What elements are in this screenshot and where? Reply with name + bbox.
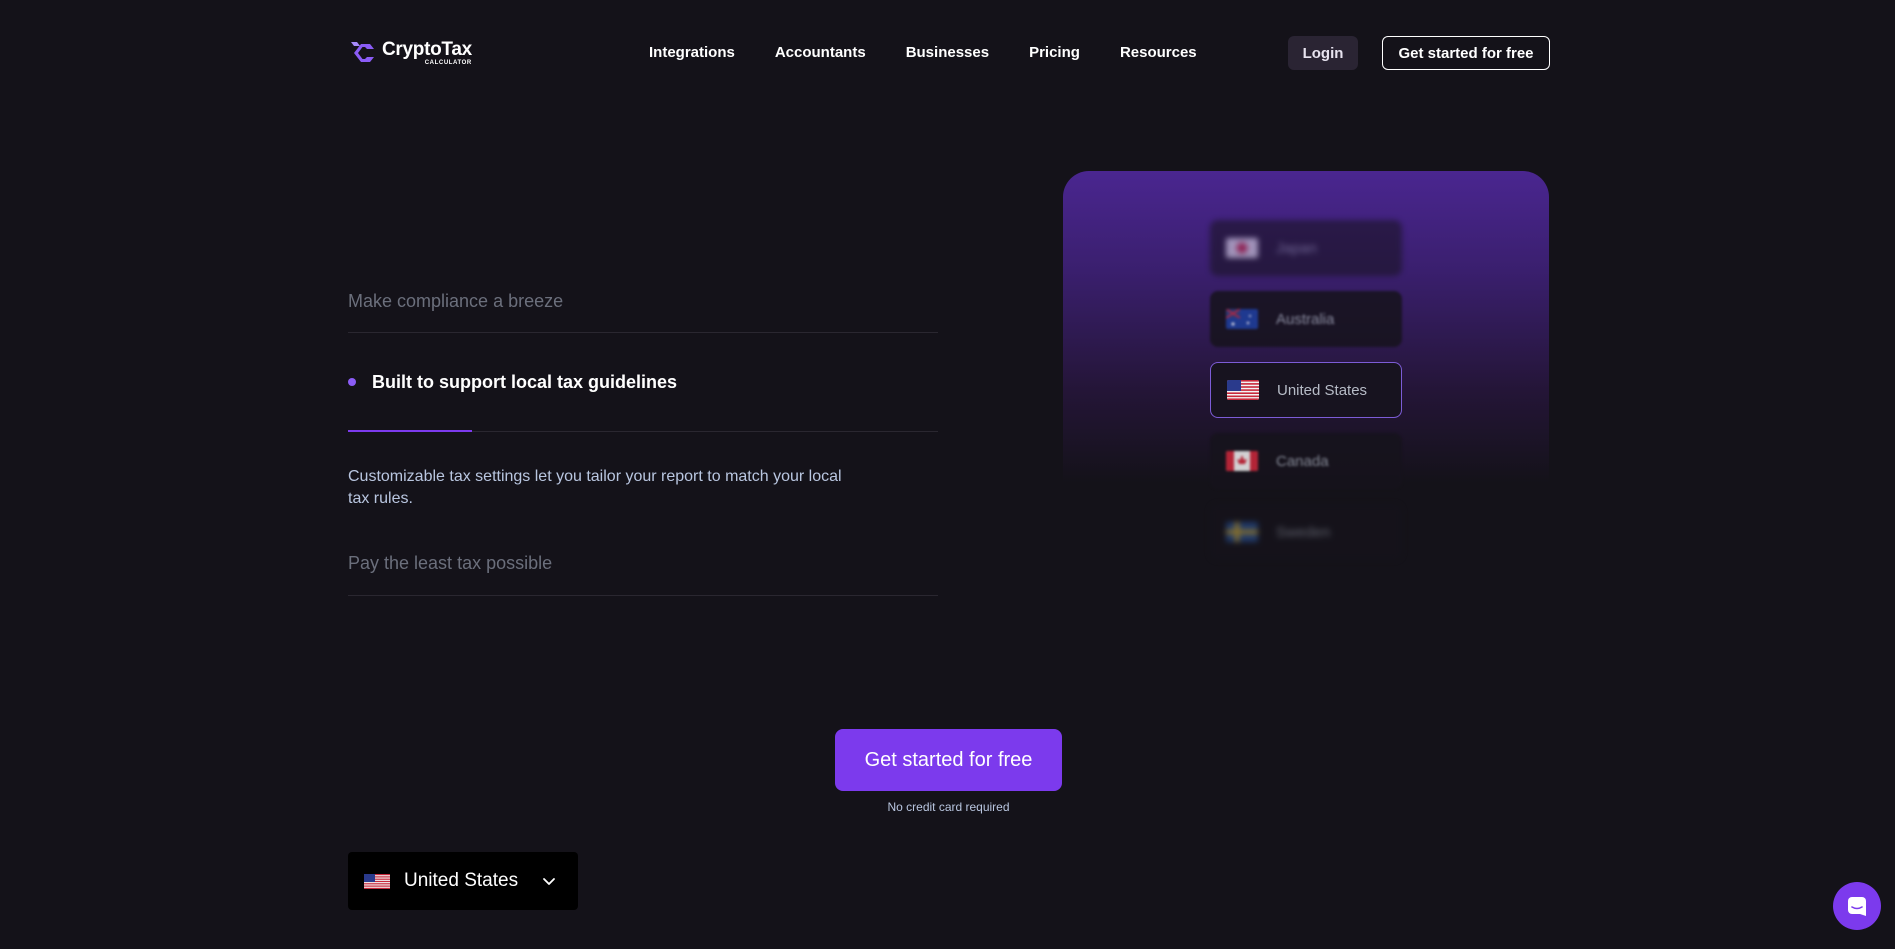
logo[interactable]: CryptoTax CALCULATOR: [348, 38, 472, 68]
us-flag-icon: [364, 873, 390, 889]
features-accordion: Make compliance a breeze Built to suppor…: [348, 270, 938, 596]
australia-flag-icon: [1226, 309, 1258, 329]
feature-title: Pay the least tax possible: [348, 553, 553, 573]
nav-integrations[interactable]: Integrations: [649, 44, 735, 61]
country-card-japan: Japan: [1210, 220, 1402, 276]
header-get-started-button[interactable]: Get started for free: [1382, 36, 1550, 70]
nav-resources[interactable]: Resources: [1120, 44, 1197, 61]
logo-subtitle: CALCULATOR: [424, 60, 472, 66]
nav-accountants[interactable]: Accountants: [775, 44, 866, 61]
country-card-sweden: Sweden: [1210, 504, 1402, 560]
country-card-canada: Canada: [1210, 433, 1402, 489]
chat-icon: [1848, 897, 1866, 916]
chat-launcher-button[interactable]: [1833, 882, 1881, 930]
sweden-flag-icon: [1226, 522, 1258, 542]
country-name: Australia: [1276, 310, 1335, 328]
nav-pricing[interactable]: Pricing: [1029, 44, 1080, 61]
logo-icon: [351, 42, 374, 62]
country-showcase-panel: Japan Australia United States Canada Swe…: [1063, 171, 1549, 571]
country-select[interactable]: United States: [348, 852, 578, 910]
feature-item[interactable]: Make compliance a breeze: [348, 270, 938, 333]
login-button[interactable]: Login: [1288, 36, 1358, 70]
site-header: CryptoTax CALCULATOR Integrations Accoun…: [0, 0, 1895, 106]
country-card-australia: Australia: [1210, 291, 1402, 347]
feature-title: Built to support local tax guidelines: [372, 371, 678, 392]
country-name: Canada: [1276, 452, 1329, 470]
feature-item[interactable]: Pay the least tax possible: [348, 532, 938, 596]
feature-item-active[interactable]: Built to support local tax guidelines: [348, 333, 938, 432]
country-card-united-states[interactable]: United States: [1210, 362, 1402, 418]
country-select-value: United States: [404, 870, 519, 891]
country-name: United States: [1277, 381, 1368, 399]
feature-progress-bar: [348, 430, 472, 432]
country-name: Sweden: [1276, 523, 1331, 541]
active-bullet: [348, 378, 356, 386]
chevron-down-icon: [543, 878, 555, 885]
us-flag-icon: [1227, 380, 1259, 400]
feature-description: Customizable tax settings let you tailor…: [348, 468, 842, 507]
canada-flag-icon: [1226, 451, 1258, 471]
nav-businesses[interactable]: Businesses: [906, 44, 989, 61]
no-credit-card-note: No credit card required: [887, 800, 1010, 814]
feature-title: Make compliance a breeze: [348, 290, 564, 311]
main-nav: Integrations Accountants Businesses Pric…: [649, 44, 1197, 61]
country-name: Japan: [1276, 239, 1317, 257]
japan-flag-icon: [1226, 238, 1258, 258]
logo-name: CryptoTax: [382, 39, 472, 60]
get-started-button[interactable]: Get started for free: [835, 729, 1062, 791]
